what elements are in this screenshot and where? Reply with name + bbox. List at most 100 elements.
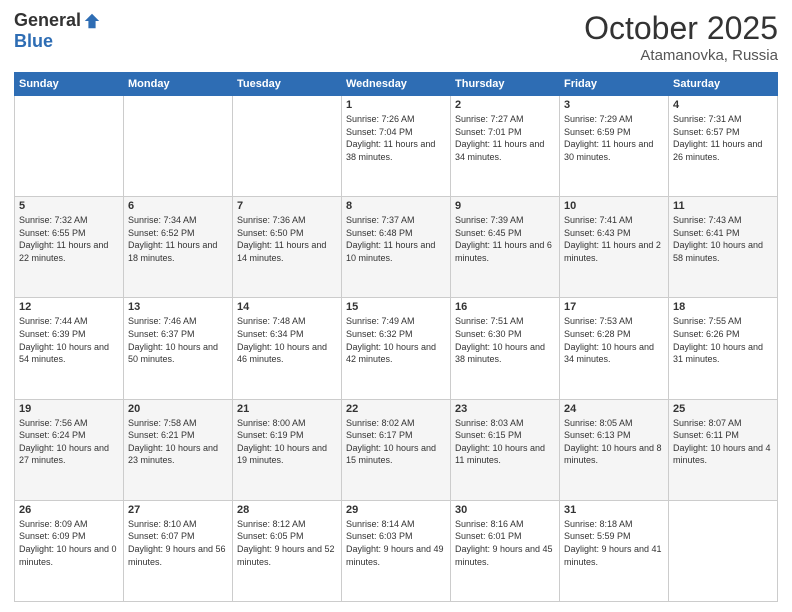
col-header-thursday: Thursday <box>451 73 560 96</box>
sunrise-text: Sunrise: 8:00 AM <box>237 417 337 430</box>
calendar-cell: 21 Sunrise: 8:00 AMSunset: 6:19 PMDayligh… <box>233 399 342 500</box>
cell-content: Sunrise: 8:09 AMSunset: 6:09 PMDaylight:… <box>19 518 119 568</box>
sunset-text: Sunset: 6:45 PM <box>455 227 555 240</box>
location: Atamanovka, Russia <box>584 47 778 64</box>
sunset-text: Sunset: 6:41 PM <box>673 227 773 240</box>
calendar-week-4: 26 Sunrise: 8:09 AMSunset: 6:09 PMDayligh… <box>15 500 778 601</box>
calendar-week-2: 12Sunrise: 7:44 AMSunset: 6:39 PMDayligh… <box>15 298 778 399</box>
daylight-text: Daylight: 10 hours and 15 minutes. <box>346 442 446 467</box>
sunrise-text: Sunrise: 8:02 AM <box>346 417 446 430</box>
sunrise-text: Sunrise: 7:51 AM <box>455 315 555 328</box>
calendar-cell: 30 Sunrise: 8:16 AMSunset: 6:01 PMDayligh… <box>451 500 560 601</box>
calendar-cell: 11Sunrise: 7:43 AMSunset: 6:41 PMDayligh… <box>669 197 778 298</box>
day-number: 21 <box>237 403 337 415</box>
cell-content: Sunrise: 7:49 AMSunset: 6:32 PMDaylight:… <box>346 315 446 365</box>
day-number: 6 <box>128 200 228 212</box>
calendar-cell: 18Sunrise: 7:55 AMSunset: 6:26 PMDayligh… <box>669 298 778 399</box>
day-number: 4 <box>673 99 773 111</box>
sunrise-text: Sunrise: 7:48 AM <box>237 315 337 328</box>
day-number: 23 <box>455 403 555 415</box>
sunset-text: Sunset: 6:13 PM <box>564 429 664 442</box>
calendar-cell: 24Sunrise: 8:05 AMSunset: 6:13 PMDayligh… <box>560 399 669 500</box>
day-number: 30 <box>455 504 555 516</box>
sunset-text: Sunset: 6:28 PM <box>564 328 664 341</box>
sunset-text: Sunset: 6:52 PM <box>128 227 228 240</box>
sunrise-text: Sunrise: 7:56 AM <box>19 417 119 430</box>
logo-blue-text: Blue <box>14 31 53 52</box>
day-number: 25 <box>673 403 773 415</box>
cell-content: Sunrise: 7:51 AMSunset: 6:30 PMDaylight:… <box>455 315 555 365</box>
day-number: 26 <box>19 504 119 516</box>
sunrise-text: Sunrise: 7:32 AM <box>19 214 119 227</box>
day-number: 16 <box>455 301 555 313</box>
sunrise-text: Sunrise: 8:16 AM <box>455 518 555 531</box>
sunrise-text: Sunrise: 7:29 AM <box>564 113 664 126</box>
daylight-text: Daylight: 11 hours and 10 minutes. <box>346 239 446 264</box>
daylight-text: Daylight: 10 hours and 34 minutes. <box>564 341 664 366</box>
calendar-cell: 27 Sunrise: 8:10 AMSunset: 6:07 PMDayligh… <box>124 500 233 601</box>
calendar-cell: 3 Sunrise: 7:29 AMSunset: 6:59 PMDaylight… <box>560 96 669 197</box>
sunset-text: Sunset: 6:09 PM <box>19 530 119 543</box>
sunset-text: Sunset: 6:24 PM <box>19 429 119 442</box>
calendar-cell: 20Sunrise: 7:58 AMSunset: 6:21 PMDayligh… <box>124 399 233 500</box>
calendar-cell <box>15 96 124 197</box>
sunset-text: Sunset: 6:11 PM <box>673 429 773 442</box>
day-number: 19 <box>19 403 119 415</box>
cell-content: Sunrise: 7:29 AMSunset: 6:59 PMDaylight:… <box>564 113 664 163</box>
cell-content: Sunrise: 8:12 AMSunset: 6:05 PMDaylight:… <box>237 518 337 568</box>
sunset-text: Sunset: 6:50 PM <box>237 227 337 240</box>
sunset-text: Sunset: 6:01 PM <box>455 530 555 543</box>
day-number: 13 <box>128 301 228 313</box>
day-number: 10 <box>564 200 664 212</box>
sunset-text: Sunset: 6:26 PM <box>673 328 773 341</box>
day-number: 22 <box>346 403 446 415</box>
calendar-cell: 10Sunrise: 7:41 AMSunset: 6:43 PMDayligh… <box>560 197 669 298</box>
day-number: 31 <box>564 504 664 516</box>
sunrise-text: Sunrise: 7:31 AM <box>673 113 773 126</box>
sunrise-text: Sunrise: 8:07 AM <box>673 417 773 430</box>
cell-content: Sunrise: 7:44 AMSunset: 6:39 PMDaylight:… <box>19 315 119 365</box>
day-number: 27 <box>128 504 228 516</box>
daylight-text: Daylight: 10 hours and 46 minutes. <box>237 341 337 366</box>
sunrise-text: Sunrise: 8:10 AM <box>128 518 228 531</box>
daylight-text: Daylight: 10 hours and 50 minutes. <box>128 341 228 366</box>
day-number: 20 <box>128 403 228 415</box>
calendar-cell: 16 Sunrise: 7:51 AMSunset: 6:30 PMDayligh… <box>451 298 560 399</box>
calendar-cell <box>669 500 778 601</box>
cell-content: Sunrise: 8:16 AMSunset: 6:01 PMDaylight:… <box>455 518 555 568</box>
sunrise-text: Sunrise: 7:27 AM <box>455 113 555 126</box>
sunset-text: Sunset: 6:32 PM <box>346 328 446 341</box>
day-number: 3 <box>564 99 664 111</box>
daylight-text: Daylight: 10 hours and 19 minutes. <box>237 442 337 467</box>
sunset-text: Sunset: 6:07 PM <box>128 530 228 543</box>
sunset-text: Sunset: 6:48 PM <box>346 227 446 240</box>
col-header-saturday: Saturday <box>669 73 778 96</box>
col-header-tuesday: Tuesday <box>233 73 342 96</box>
sunset-text: Sunset: 6:17 PM <box>346 429 446 442</box>
daylight-text: Daylight: 9 hours and 56 minutes. <box>128 543 228 568</box>
sunrise-text: Sunrise: 7:26 AM <box>346 113 446 126</box>
calendar-cell: 4Sunrise: 7:31 AMSunset: 6:57 PMDaylight… <box>669 96 778 197</box>
daylight-text: Daylight: 10 hours and 23 minutes. <box>128 442 228 467</box>
sunset-text: Sunset: 6:19 PM <box>237 429 337 442</box>
day-number: 24 <box>564 403 664 415</box>
daylight-text: Daylight: 10 hours and 27 minutes. <box>19 442 119 467</box>
daylight-text: Daylight: 10 hours and 58 minutes. <box>673 239 773 264</box>
cell-content: Sunrise: 8:10 AMSunset: 6:07 PMDaylight:… <box>128 518 228 568</box>
sunset-text: Sunset: 6:55 PM <box>19 227 119 240</box>
calendar-cell: 5Sunrise: 7:32 AMSunset: 6:55 PMDaylight… <box>15 197 124 298</box>
calendar-cell: 31 Sunrise: 8:18 AMSunset: 5:59 PMDayligh… <box>560 500 669 601</box>
calendar-cell: 15Sunrise: 7:49 AMSunset: 6:32 PMDayligh… <box>342 298 451 399</box>
calendar-cell: 8Sunrise: 7:37 AMSunset: 6:48 PMDaylight… <box>342 197 451 298</box>
sunset-text: Sunset: 6:15 PM <box>455 429 555 442</box>
calendar-cell: 22 Sunrise: 8:02 AMSunset: 6:17 PMDayligh… <box>342 399 451 500</box>
daylight-text: Daylight: 11 hours and 18 minutes. <box>128 239 228 264</box>
calendar-cell: 2Sunrise: 7:27 AMSunset: 7:01 PMDaylight… <box>451 96 560 197</box>
daylight-text: Daylight: 10 hours and 38 minutes. <box>455 341 555 366</box>
sunset-text: Sunset: 6:59 PM <box>564 126 664 139</box>
cell-content: Sunrise: 8:14 AMSunset: 6:03 PMDaylight:… <box>346 518 446 568</box>
cell-content: Sunrise: 8:18 AMSunset: 5:59 PMDaylight:… <box>564 518 664 568</box>
sunrise-text: Sunrise: 8:05 AM <box>564 417 664 430</box>
calendar-cell: 23Sunrise: 8:03 AMSunset: 6:15 PMDayligh… <box>451 399 560 500</box>
sunrise-text: Sunrise: 7:37 AM <box>346 214 446 227</box>
